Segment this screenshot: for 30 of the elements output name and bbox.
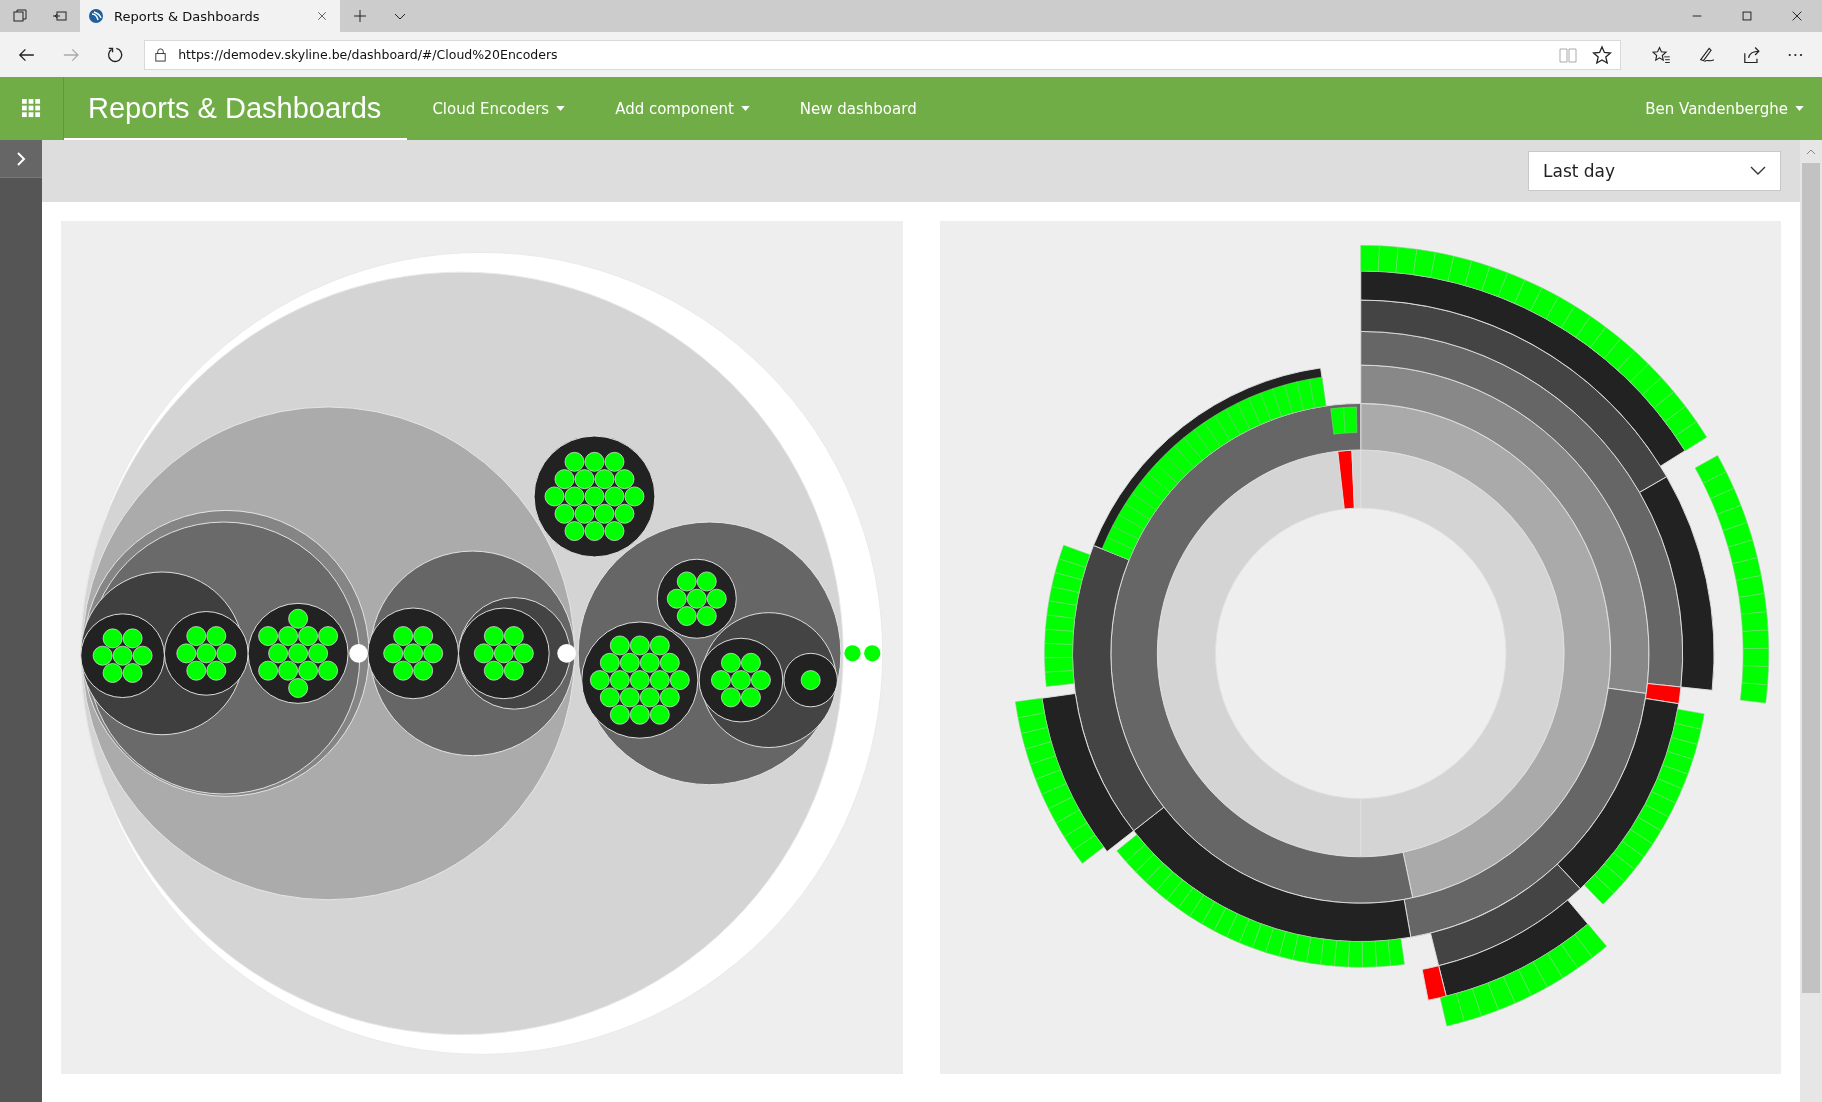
favorites-list-icon[interactable] <box>1652 44 1671 65</box>
chevron-down-icon <box>1750 165 1766 176</box>
close-icon[interactable] <box>316 10 328 22</box>
address-bar[interactable]: https://demodev.skyline.be/dashboard/#/Cloud%20Encoders <box>144 39 1622 70</box>
scrollbar[interactable] <box>1800 140 1822 1102</box>
maximize-icon[interactable] <box>1740 9 1754 23</box>
scrollbar-thumb[interactable] <box>1802 163 1820 993</box>
lock-icon <box>153 47 169 62</box>
close-icon[interactable] <box>1790 9 1804 23</box>
menu-item[interactable]: New dashboard <box>774 99 942 118</box>
user-menu[interactable]: Ben Vandenberghe <box>1620 99 1822 118</box>
browser-tab[interactable]: Reports & Dashboards <box>80 0 340 32</box>
menu-item[interactable]: Cloud Encoders <box>407 99 591 118</box>
time-range-dropdown[interactable]: Last day <box>1528 150 1781 191</box>
tab-list-icon[interactable] <box>12 8 28 24</box>
share-icon[interactable] <box>1741 44 1761 65</box>
site-logo-icon <box>88 8 104 24</box>
set-tabs-aside-icon[interactable] <box>52 8 68 24</box>
caret-icon <box>740 106 750 111</box>
caret-icon <box>556 106 566 111</box>
new-tab-icon[interactable] <box>352 8 368 24</box>
scroll-up-icon[interactable] <box>1806 149 1816 155</box>
tab-title: Reports & Dashboards <box>114 8 261 24</box>
star-icon[interactable] <box>1592 44 1613 65</box>
menu-item[interactable]: Add component <box>590 99 775 118</box>
expand-sidebar-button[interactable] <box>0 140 42 178</box>
caret-icon <box>1795 106 1804 111</box>
chevron-right-icon <box>16 150 26 167</box>
url-text: https://demodev.skyline.be/dashboard/#/Cloud%20Encoders <box>178 47 558 62</box>
grid-icon <box>22 99 41 118</box>
